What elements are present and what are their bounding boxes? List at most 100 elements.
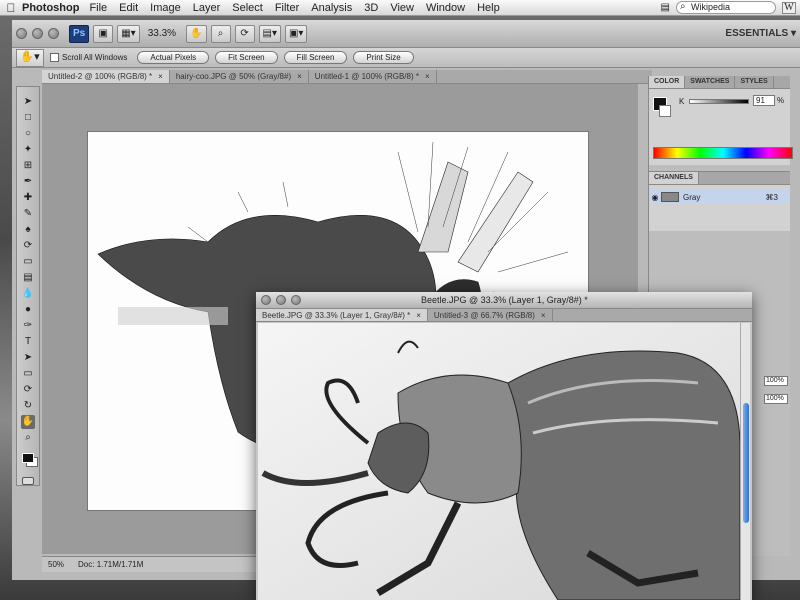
pen-tool-icon[interactable]: ✑ (21, 319, 35, 333)
healing-brush-tool-icon[interactable]: ✚ (21, 191, 35, 205)
hand-tool-icon[interactable]: ✋ (21, 415, 35, 429)
menu-file[interactable]: File (89, 2, 107, 14)
status-zoom[interactable]: 50% (48, 560, 64, 569)
close-tab-icon[interactable]: × (541, 311, 546, 320)
menu-window[interactable]: Window (426, 2, 465, 14)
fill-screen-button[interactable]: Fill Screen (283, 51, 348, 64)
menu-view[interactable]: View (390, 2, 414, 14)
tab-swatches[interactable]: SWATCHES (685, 76, 736, 88)
arrange-documents-icon[interactable]: ▤▾ (258, 24, 281, 43)
channels-panel: CHANNELS ◉ Gray ⌘3 (649, 171, 790, 231)
blur-tool-icon[interactable]: 💧 (21, 287, 35, 301)
clone-stamp-tool-icon[interactable]: ♠ (21, 223, 35, 237)
scroll-all-windows-checkbox[interactable] (50, 53, 59, 62)
crop-tool-icon[interactable]: ⊞ (21, 159, 35, 173)
color-spectrum[interactable] (653, 147, 793, 159)
dodge-tool-icon[interactable]: ● (21, 303, 35, 317)
move-tool-icon[interactable]: ➤ (21, 95, 35, 109)
app-name-menu[interactable]: Photoshop (22, 2, 79, 14)
k-label: K (679, 97, 685, 106)
close-window-button[interactable] (261, 295, 271, 305)
close-tab-icon[interactable]: × (425, 72, 430, 81)
menu-help[interactable]: Help (477, 2, 500, 14)
bridge-icon[interactable]: ▣ (93, 24, 114, 43)
channel-row-gray[interactable]: ◉ Gray ⌘3 (649, 190, 790, 204)
tab-channels[interactable]: CHANNELS (649, 172, 699, 184)
tab-hairy-coo[interactable]: hairy-coo.JPG @ 50% (Gray/8#) × (170, 70, 309, 83)
apple-icon[interactable]:  (0, 1, 22, 15)
foreground-color-swatch[interactable] (22, 453, 34, 463)
search-input[interactable]: Wikipedia (676, 1, 776, 14)
zoom-window-button[interactable] (48, 28, 59, 39)
vertical-scrollbar[interactable] (740, 323, 750, 600)
type-tool-icon[interactable]: T (21, 335, 35, 349)
3d-orbit-tool-icon[interactable]: ↻ (21, 399, 35, 413)
screen-mode-icon[interactable]: ▣▾ (284, 24, 308, 43)
close-tab-icon[interactable]: × (297, 72, 302, 81)
eyedropper-tool-icon[interactable]: ✒ (21, 175, 35, 189)
spotlight-icon[interactable]: ▤ (661, 2, 670, 13)
close-tab-icon[interactable]: × (158, 72, 163, 81)
close-window-button[interactable] (16, 28, 27, 39)
fit-screen-button[interactable]: Fit Screen (215, 51, 278, 64)
workspace-switcher[interactable]: ESSENTIALS ▾ (725, 28, 796, 39)
quick-selection-tool-icon[interactable]: ✦ (21, 143, 35, 157)
menu-edit[interactable]: Edit (119, 2, 138, 14)
shape-tool-icon[interactable]: ▭ (21, 367, 35, 381)
beetle-canvas[interactable] (258, 323, 740, 600)
channel-name: Gray (683, 192, 701, 202)
3d-rotate-tool-icon[interactable]: ⟳ (21, 383, 35, 397)
k-value-input[interactable]: 91 (753, 95, 775, 106)
zoom-tool-icon[interactable]: ⌕ (21, 431, 35, 445)
visibility-eye-icon[interactable]: ◉ (649, 193, 661, 202)
menu-image[interactable]: Image (150, 2, 181, 14)
tab-color[interactable]: COLOR (649, 76, 686, 88)
tab-untitled-1[interactable]: Untitled-1 @ 100% (RGB/8) * × (309, 70, 437, 83)
brush-tool-icon[interactable]: ✎ (21, 207, 35, 221)
history-brush-tool-icon[interactable]: ⟳ (21, 239, 35, 253)
tab-label: hairy-coo.JPG @ 50% (Gray/8#) (175, 72, 292, 81)
opacity-field[interactable]: 100% (764, 376, 788, 386)
zoom-tool-icon[interactable]: ⌕ (210, 24, 231, 43)
status-bar: 50% Doc: 1.71M/1.71M (42, 556, 292, 572)
print-size-button[interactable]: Print Size (353, 51, 414, 64)
menu-layer[interactable]: Layer (193, 2, 221, 14)
fill-field[interactable]: 100% (764, 394, 788, 404)
marquee-tool-icon[interactable]: □ (21, 111, 35, 125)
path-selection-tool-icon[interactable]: ➤ (21, 351, 35, 365)
zoom-window-button[interactable] (291, 295, 301, 305)
lasso-tool-icon[interactable]: ○ (21, 127, 35, 141)
tab-untitled-3[interactable]: Untitled-3 @ 66.7% (RGB/8) × (428, 309, 553, 321)
minimize-window-button[interactable] (32, 28, 43, 39)
close-tab-icon[interactable]: × (416, 311, 421, 320)
hand-tool-icon[interactable]: ✋ (186, 24, 207, 43)
tab-untitled-2[interactable]: Untitled-2 @ 100% (RGB/8) * × (42, 70, 170, 83)
tools-panel: ➤ □ ○ ✦ ⊞ ✒ ✚ ✎ ♠ ⟳ ▭ ▤ 💧 ● ✑ T ➤ ▭ ⟳ ↻ … (16, 86, 40, 486)
color-panel-tabs: COLOR SWATCHES STYLES (649, 76, 790, 89)
window-tabs: Beetle.JPG @ 33.3% (Layer 1, Gray/8#) * ×… (256, 309, 752, 322)
view-extras-icon[interactable]: ▦▾ (117, 24, 140, 43)
window-controls (16, 28, 59, 39)
quick-mask-icon[interactable] (22, 476, 34, 485)
menu-filter[interactable]: Filter (275, 2, 299, 14)
window-title-bar[interactable]: Beetle.JPG @ 33.3% (Layer 1, Gray/8#) * (256, 292, 752, 309)
menu-analysis[interactable]: Analysis (311, 2, 352, 14)
gradient-tool-icon[interactable]: ▤ (21, 271, 35, 285)
rotate-view-icon[interactable]: ⟳ (234, 24, 255, 43)
menu-select[interactable]: Select (232, 2, 263, 14)
wikipedia-button[interactable]: W (782, 1, 796, 14)
tab-beetle[interactable]: Beetle.JPG @ 33.3% (Layer 1, Gray/8#) * × (256, 309, 428, 321)
scroll-all-windows-label: Scroll All Windows (62, 53, 128, 62)
tab-label: Untitled-3 @ 66.7% (RGB/8) (433, 311, 535, 320)
minimize-window-button[interactable] (276, 295, 286, 305)
eraser-tool-icon[interactable]: ▭ (21, 255, 35, 269)
actual-pixels-button[interactable]: Actual Pixels (137, 51, 210, 64)
k-slider[interactable] (689, 99, 749, 104)
tab-label: Beetle.JPG @ 33.3% (Layer 1, Gray/8#) * (262, 311, 411, 320)
zoom-level[interactable]: 33.3% (148, 28, 176, 39)
menu-3d[interactable]: 3D (364, 2, 378, 14)
scrollbar-thumb[interactable] (743, 403, 749, 523)
tool-preset-picker[interactable]: ✋▾ (16, 48, 44, 67)
background-color-swatch[interactable] (659, 105, 671, 117)
tab-styles[interactable]: STYLES (735, 76, 774, 88)
